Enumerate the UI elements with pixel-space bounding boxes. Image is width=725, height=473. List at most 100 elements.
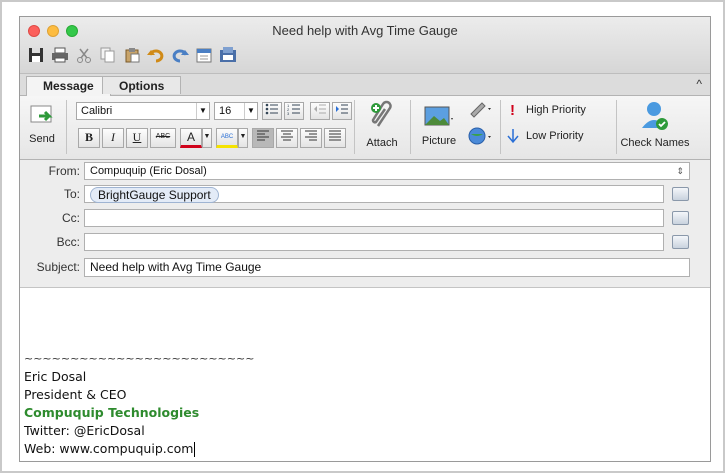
underline-button[interactable]: U [126,128,148,148]
strikethrough-button[interactable]: ABC [150,128,176,148]
low-priority-button[interactable]: Low Priority [506,128,606,148]
arrow-down-icon [507,129,519,144]
title-bar: Need help with Avg Time Gauge [20,17,710,74]
to-label: To: [63,187,80,201]
signature-name: Eric Dosal [24,369,87,384]
message-body[interactable]: ~~~~~~~~~~~~~~~~~~~~~~~~~ Eric Dosal Pre… [20,288,710,461]
send-label: Send [29,133,55,145]
calendar-icon[interactable] [194,45,214,65]
bold-button[interactable]: B [78,128,100,148]
attach-label: Attach [366,137,398,149]
signature-twitter: Twitter: @EricDosal [24,423,145,438]
chevron-down-icon: ▼ [244,103,257,119]
copy-icon[interactable] [98,45,118,65]
picture-icon [424,106,453,126]
justify-icon [329,130,341,141]
from-value: Compuquip (Eric Dosal) [90,165,207,177]
tab-message[interactable]: Message [26,76,111,96]
picture-label: Picture [421,135,457,147]
send-button[interactable]: Send [24,100,60,154]
redo-icon[interactable] [170,45,190,65]
globe-icon [468,127,491,145]
undo-icon[interactable] [146,45,166,65]
ribbon-divider [354,100,355,154]
check-names-icon [642,102,668,130]
bcc-field[interactable] [84,233,664,251]
align-right-button[interactable] [300,128,322,148]
ribbon-divider [616,100,617,154]
to-field[interactable]: BrightGauge Support [84,185,664,203]
font-color-dropdown[interactable]: ▼ [202,128,212,148]
signature-company: Compuquip Technologies [24,405,200,420]
hyperlink-button[interactable] [466,126,496,148]
high-priority-label: High Priority [526,104,586,116]
cut-icon[interactable] [74,45,94,65]
check-names-label: Check Names [620,137,690,149]
numbered-list-button[interactable]: 123 [284,102,304,120]
window-title: Need help with Avg Time Gauge [272,23,458,38]
quick-access-toolbar [26,45,238,67]
increase-indent-button[interactable] [332,102,352,120]
font-name-value: Calibri [81,105,113,117]
cc-label: Cc: [62,211,80,225]
paperclip-icon [371,100,392,127]
signature-web-line: Web: www.compuquip.com [24,441,196,457]
text-cursor [194,442,196,457]
tab-options[interactable]: Options [102,76,182,94]
signature-web: Web: www.compuquip.com [24,441,194,456]
bullet-list-button[interactable] [262,102,282,120]
align-left-button[interactable] [252,128,274,148]
picture-button[interactable]: Picture [416,100,462,154]
signature-button[interactable] [466,100,496,120]
stepper-icon: ⇕ [676,166,684,176]
numbered-list-icon: 123 [287,103,300,116]
align-left-icon [257,130,269,141]
increase-indent-icon [336,104,348,114]
attach-button[interactable]: Attach [360,100,404,154]
justify-button[interactable] [324,128,346,148]
check-names-button[interactable]: Check Names [620,100,690,154]
subject-field[interactable]: Need help with Avg Time Gauge [84,258,690,277]
paste-icon[interactable] [122,45,142,65]
print-icon[interactable] [50,45,70,65]
from-select[interactable]: Compuquip (Eric Dosal) ⇕ [84,162,690,180]
address-book-icon[interactable] [672,211,689,225]
font-size-value: 16 [219,105,232,117]
decrease-indent-button[interactable] [310,102,330,120]
cc-field[interactable] [84,209,664,227]
bullet-list-icon [265,103,278,115]
font-color-button[interactable]: A [180,128,202,148]
signature-separator: ~~~~~~~~~~~~~~~~~~~~~~~~~ [24,352,255,365]
send-icon [30,105,53,123]
subject-label: Subject: [36,260,80,274]
font-name-select[interactable]: Calibri ▼ [76,102,210,120]
high-priority-button[interactable]: ! High Priority [506,102,606,122]
address-book-icon[interactable] [672,235,689,249]
compose-window: Need help with Avg Time Gauge Message Op… [19,16,711,462]
highlight-button[interactable]: ABC [216,128,238,148]
highlight-dropdown[interactable]: ▼ [238,128,248,148]
collapse-ribbon-icon[interactable]: ^ [696,77,702,91]
decrease-indent-icon [314,104,326,114]
svg-text:3: 3 [287,111,290,115]
chevron-down-icon: ▼ [196,103,209,119]
save-icon[interactable] [26,45,46,65]
address-book-icon[interactable] [672,187,689,201]
address-book-icon[interactable] [218,45,238,65]
signature-title: President & CEO [24,387,127,402]
align-center-button[interactable] [276,128,298,148]
ribbon-divider [66,100,67,154]
ribbon-divider [500,100,501,154]
screenshot-frame: Need help with Avg Time Gauge Message Op… [0,0,725,473]
font-size-select[interactable]: 16 ▼ [214,102,258,120]
recipient-token[interactable]: BrightGauge Support [90,187,219,203]
ribbon: Send Calibri ▼ 16 ▼ 123 B I U ABC A ▼ AB… [20,96,710,160]
bcc-label: Bcc: [56,235,80,249]
pen-icon [470,102,491,118]
exclamation-icon: ! [510,102,515,119]
ribbon-divider [410,100,411,154]
italic-button[interactable]: I [102,128,124,148]
message-headers: From: Compuquip (Eric Dosal) ⇕ To: Brigh… [20,160,710,288]
ribbon-tabs: Message Options ^ [20,74,710,96]
low-priority-label: Low Priority [526,130,584,142]
